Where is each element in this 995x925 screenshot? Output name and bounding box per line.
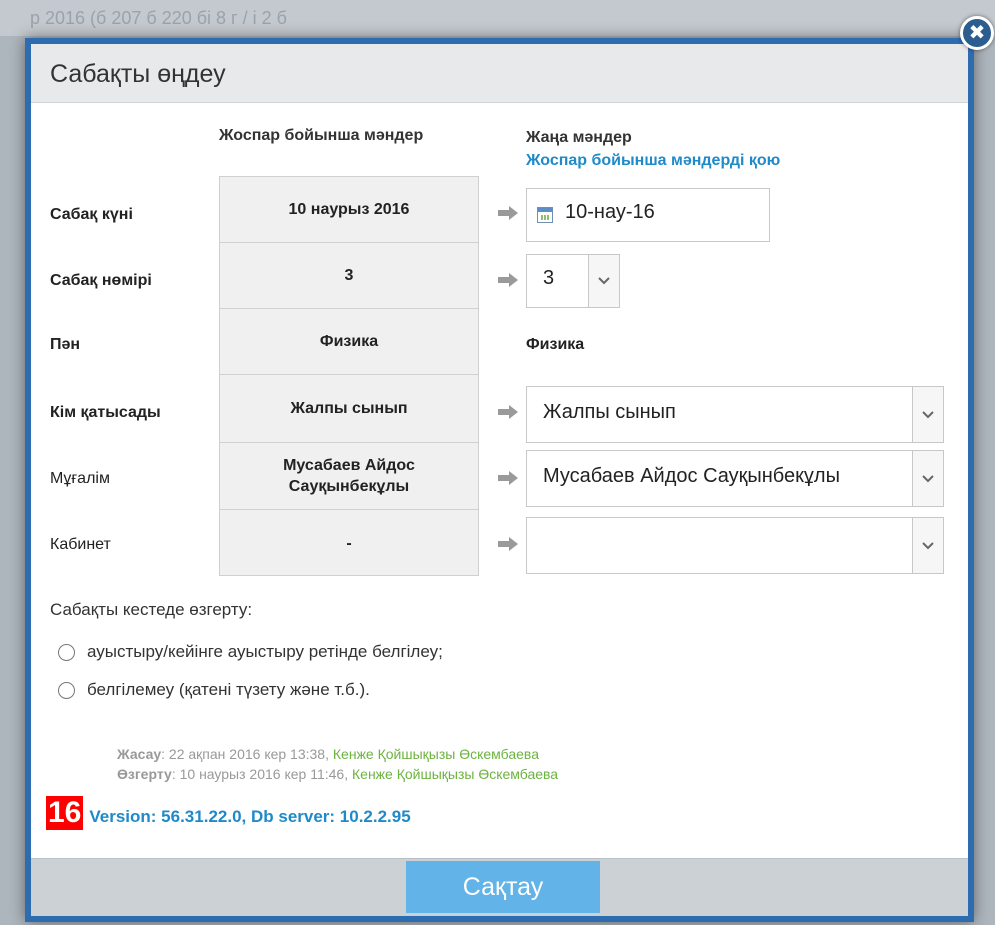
version-info: 16 Version: 56.31.22.0, Db server: 10.2.… bbox=[46, 796, 411, 830]
version-text: Version: 56.31.22.0, Db server: 10.2.2.9… bbox=[89, 807, 411, 826]
plan-teacher: Мусабаев Айдос Сауқынбекұлы bbox=[219, 443, 479, 510]
chevron-down-icon[interactable] bbox=[588, 255, 619, 307]
participants-value: Жалпы сынып bbox=[543, 401, 676, 423]
dialog-body: Сабақты өңдеу Жоспар бойынша мәндер Жаңа… bbox=[31, 44, 968, 916]
apply-plan-values-link[interactable]: Жоспар бойынша мәндерді қою bbox=[526, 152, 780, 170]
close-icon[interactable]: ✖ bbox=[960, 16, 994, 50]
arrow-right-icon bbox=[498, 471, 518, 485]
plan-subject: Физика bbox=[219, 309, 479, 375]
new-values-header: Жаңа мәндер bbox=[526, 129, 632, 146]
created-user-link[interactable]: Кенже Қойшықызы Өскембаева bbox=[333, 746, 539, 762]
radio-label: ауыстыру/кейінге ауыстыру ретінде белгіл… bbox=[87, 642, 443, 661]
dialog-footer: Сақтау bbox=[31, 858, 968, 916]
radio-button[interactable] bbox=[58, 681, 75, 699]
version-badge: 16 bbox=[46, 796, 84, 830]
row-label-room: Кабинет bbox=[50, 536, 111, 553]
dialog-title: Сабақты өңдеу bbox=[50, 60, 226, 88]
chevron-down-icon[interactable] bbox=[912, 451, 943, 506]
participants-select[interactable]: Жалпы сынып bbox=[526, 386, 944, 443]
modified-label: Өзгерту bbox=[117, 766, 172, 782]
background-page-strip: р 2016 (б 207 б 220 бі 8 г / і 2 б bbox=[0, 0, 995, 36]
edit-lesson-dialog: Сабақты өңдеу Жоспар бойынша мәндер Жаңа… bbox=[25, 38, 974, 922]
radio-label: белгілемеу (қатені түзету және т.б.). bbox=[87, 680, 370, 699]
save-button[interactable]: Сақтау bbox=[406, 861, 600, 913]
chevron-down-icon[interactable] bbox=[912, 387, 943, 442]
teacher-select[interactable]: Мусабаев Айдос Сауқынбекұлы bbox=[526, 450, 944, 507]
teacher-value: Мусабаев Айдос Сауқынбекұлы bbox=[543, 465, 840, 487]
lesson-date-value: 10-нау-16 bbox=[565, 201, 655, 223]
schedule-change-label: Сабақты кестеде өзгерту: bbox=[50, 600, 253, 619]
plan-number: 3 bbox=[219, 243, 479, 309]
row-label-subject: Пән bbox=[50, 336, 81, 353]
plan-values-header: Жоспар бойынша мәндер bbox=[219, 127, 424, 144]
created-info: Жасау: 22 ақпан 2016 кер 13:38, Кенже Қо… bbox=[117, 746, 539, 762]
arrow-right-icon bbox=[498, 537, 518, 551]
plan-participants: Жалпы сынып bbox=[219, 375, 479, 443]
arrow-right-icon bbox=[498, 206, 518, 220]
row-label-teacher: Мұғалім bbox=[50, 470, 110, 487]
room-select[interactable] bbox=[526, 517, 944, 574]
created-date: 22 ақпан 2016 кер 13:38, bbox=[168, 746, 329, 762]
row-label-date: Сабақ күні bbox=[50, 206, 133, 223]
radio-mark-as-replacement[interactable]: ауыстыру/кейінге ауыстыру ретінде белгіл… bbox=[58, 642, 443, 662]
modified-info: Өзгерту: 10 наурыз 2016 кер 11:46, Кенже… bbox=[117, 766, 559, 782]
lesson-number-select[interactable]: 3 bbox=[526, 254, 620, 308]
radio-do-not-mark[interactable]: белгілемеу (қатені түзету және т.б.). bbox=[58, 680, 370, 700]
modified-date: 10 наурыз 2016 кер 11:46, bbox=[179, 766, 349, 782]
arrow-right-icon bbox=[498, 405, 518, 419]
chevron-down-icon[interactable] bbox=[912, 518, 943, 573]
plan-date: 10 наурыз 2016 bbox=[219, 176, 479, 243]
lesson-number-value: 3 bbox=[543, 267, 555, 289]
plan-room: - bbox=[346, 534, 352, 552]
subject-value: Физика bbox=[526, 336, 585, 353]
created-label: Жасау bbox=[117, 746, 162, 762]
modified-user-link[interactable]: Кенже Қойшықызы Өскембаева bbox=[352, 766, 558, 782]
calendar-icon[interactable] bbox=[537, 207, 553, 223]
row-label-participants: Кім қатысады bbox=[50, 404, 161, 421]
arrow-right-icon bbox=[498, 273, 518, 287]
lesson-date-input[interactable]: 10-нау-16 bbox=[526, 188, 770, 242]
radio-button[interactable] bbox=[58, 643, 75, 661]
dialog-title-bar: Сабақты өңдеу bbox=[31, 44, 968, 103]
row-label-number: Сабақ нөмірі bbox=[50, 272, 152, 289]
